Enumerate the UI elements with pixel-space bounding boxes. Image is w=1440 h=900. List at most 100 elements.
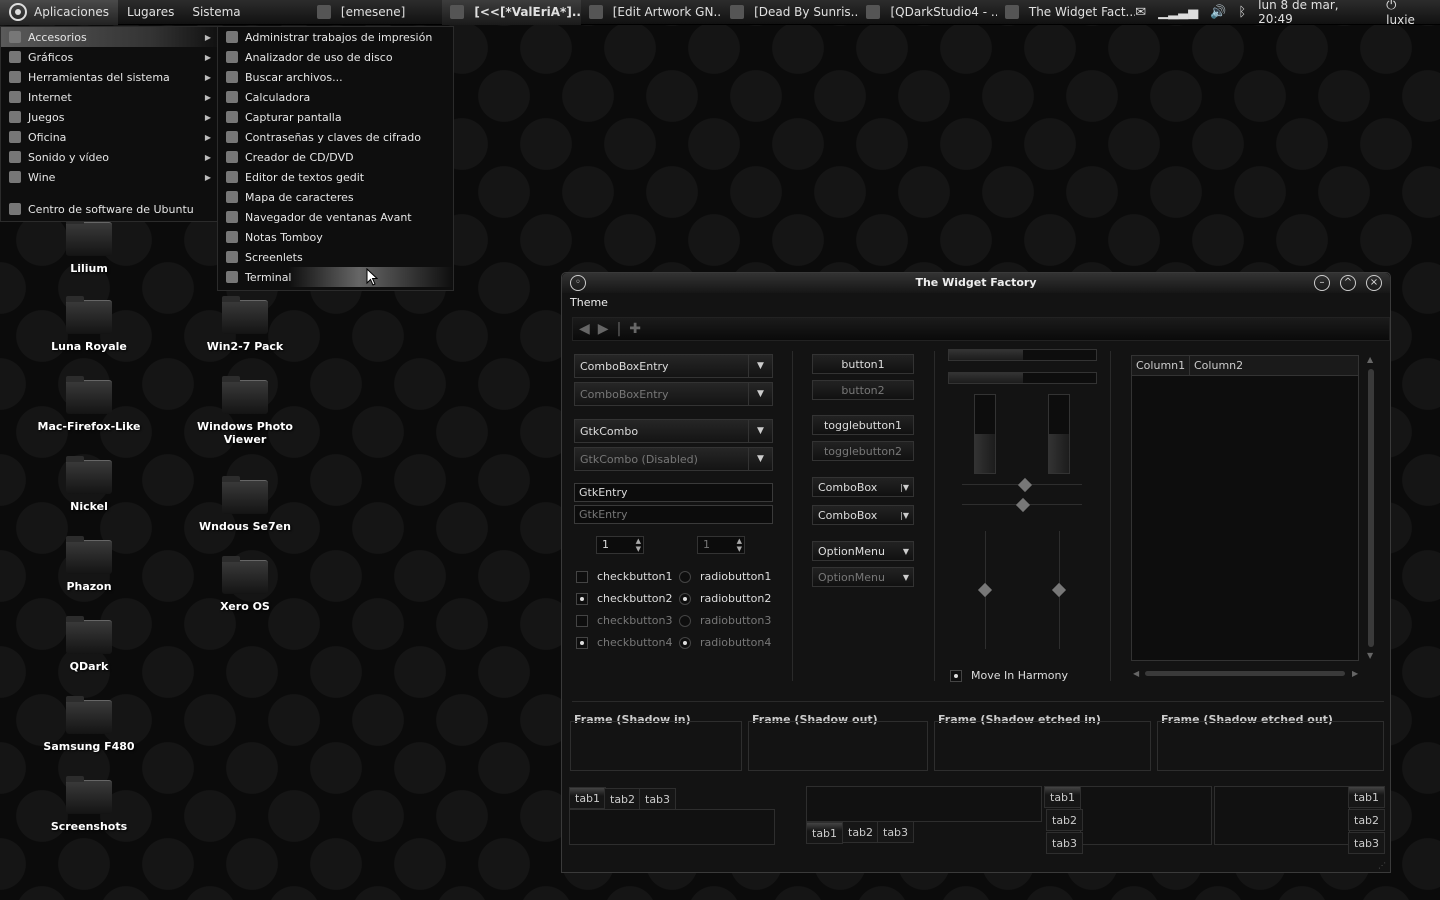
clock[interactable]: lun 8 de mar, 20:49 [1258, 0, 1374, 26]
scroll-right-icon[interactable]: ▶ [1352, 669, 1358, 678]
hscale-2-knob[interactable] [1015, 497, 1031, 513]
scroll-down-icon[interactable]: ▼ [1367, 651, 1373, 660]
menu-item-passwords[interactable]: Contraseñas y claves de cifrado [218, 127, 453, 147]
dropdown-arrow-icon[interactable]: ▼ [748, 420, 772, 442]
window-titlebar[interactable]: ◦ The Widget Factory – ^ × [562, 273, 1390, 293]
bluetooth-icon[interactable]: ᛒ [1238, 5, 1246, 20]
tab-bottom-1[interactable]: tab1 [806, 822, 844, 844]
scrollbar-thumb[interactable] [1368, 369, 1374, 647]
menu-item-internet[interactable]: Internet ▶ [1, 87, 217, 107]
mail-icon[interactable]: ✉ [1135, 5, 1146, 20]
desktop-folder[interactable]: Xero OS [185, 556, 305, 613]
vscale-1-knob[interactable] [977, 582, 993, 598]
menu-item-gedit[interactable]: Editor de textos gedit [218, 167, 453, 187]
comboboxentry-1[interactable]: ComboBoxEntry ▼ [574, 354, 773, 378]
menu-item-sonido[interactable]: Sonido y vídeo ▶ [1, 147, 217, 167]
volume-icon[interactable]: 🔊 [1210, 5, 1226, 20]
move-in-harmony-check[interactable]: Move In Harmony [950, 669, 1068, 682]
task-qdarkstudio[interactable]: [QDarkStudio4 - ... [858, 0, 997, 25]
dropdown-arrow-icon[interactable]: ▼ [748, 355, 772, 377]
button-1[interactable]: button1 [812, 354, 914, 374]
task-dead-by-sunrise[interactable]: [Dead By Sunris... [722, 0, 858, 25]
menu-item-herramientas[interactable]: Herramientas del sistema ▶ [1, 67, 217, 87]
checkbutton-1[interactable]: checkbutton1 [576, 570, 673, 583]
desktop-folder[interactable]: Wndous Se7en [185, 476, 305, 533]
togglebutton-1[interactable]: togglebutton1 [812, 415, 914, 435]
session-menu[interactable]: ⏻ luxie [1386, 0, 1428, 27]
column-header-2[interactable]: Column2 [1190, 356, 1358, 375]
plugin-icon[interactable]: ✚ [629, 321, 641, 337]
menu-item-calculator[interactable]: Calculadora [218, 87, 453, 107]
menu-item-avant[interactable]: Navegador de ventanas Avant [218, 207, 453, 227]
checkbutton-2[interactable]: checkbutton2 [576, 592, 673, 605]
desktop-folder[interactable]: Lilium [29, 218, 149, 275]
menu-theme[interactable]: Theme [570, 296, 608, 309]
radiobutton-2[interactable]: radiobutton2 [679, 592, 771, 605]
system-menu[interactable]: Sistema [183, 0, 249, 25]
menu-item-wine[interactable]: Wine ▶ [1, 167, 217, 187]
task-emesene[interactable]: [emesene] [309, 0, 442, 25]
minimize-icon[interactable]: – [1314, 275, 1330, 291]
menu-item-terminal[interactable]: Terminal [218, 267, 453, 287]
menu-item-charmap[interactable]: Mapa de caracteres [218, 187, 453, 207]
back-icon[interactable]: ◀ [579, 321, 590, 337]
menu-item-oficina[interactable]: Oficina ▶ [1, 127, 217, 147]
desktop-folder[interactable]: Screenshots [29, 776, 149, 833]
combobox-2[interactable]: ComboBox |▼ [812, 505, 914, 525]
maximize-icon[interactable]: ^ [1340, 275, 1356, 291]
tab-bottom-2[interactable]: tab2 [842, 821, 880, 843]
menu-item-search[interactable]: Buscar archivos... [218, 67, 453, 87]
menu-item-software-center[interactable]: Centro de software de Ubuntu [1, 199, 217, 219]
desktop-folder[interactable]: Phazon [29, 536, 149, 593]
task-widget-factory[interactable]: The Widget Fact... [997, 0, 1135, 25]
menu-item-print[interactable]: Administrar trabajos de impresión [218, 27, 453, 47]
radiobutton-1[interactable]: radiobutton1 [679, 570, 771, 583]
menu-item-screenlets[interactable]: Screenlets [218, 247, 453, 267]
tab-right-2[interactable]: tab2 [1348, 809, 1386, 831]
tab-top-2[interactable]: tab2 [604, 788, 642, 810]
menu-item-graficos[interactable]: Gráficos ▶ [1, 47, 217, 67]
tab-top-1[interactable]: tab1 [569, 787, 607, 809]
network-icon[interactable]: ▁▂▃▅ [1158, 5, 1198, 20]
task-valeria[interactable]: [<<[*ValEriA*]... [442, 0, 581, 25]
tab-left-2[interactable]: tab2 [1046, 809, 1084, 831]
menu-item-juegos[interactable]: Juegos ▶ [1, 107, 217, 127]
tab-left-1[interactable]: tab1 [1044, 786, 1082, 808]
task-edit-artwork[interactable]: [Edit Artwork GN... [581, 0, 722, 25]
spin-arrows-icon[interactable]: ▲ ▼ [636, 537, 641, 553]
gtkentry[interactable]: GtkEntry [574, 483, 773, 502]
menu-item-tomboy[interactable]: Notas Tomboy [218, 227, 453, 247]
scrollbar-thumb[interactable] [1145, 671, 1345, 676]
places-menu[interactable]: Lugares [118, 0, 183, 25]
desktop-folder[interactable]: Mac-Firefox-Like [29, 376, 149, 433]
desktop-folder[interactable]: Windows Photo Viewer [185, 376, 305, 446]
desktop-folder[interactable]: Samsung F480 [29, 696, 149, 753]
desktop-folder[interactable]: QDark [29, 616, 149, 673]
resize-grip-icon[interactable]: ⋰ [1378, 861, 1386, 870]
combobox-1[interactable]: ComboBox |▼ [812, 477, 914, 497]
column-header-1[interactable]: Column1 [1132, 356, 1190, 375]
vertical-scrollbar[interactable] [1366, 357, 1376, 657]
desktop-folder[interactable]: Luna Royale [29, 296, 149, 353]
desktop-folder[interactable]: Nickel [29, 456, 149, 513]
menu-item-cd-creator[interactable]: Creador de CD/DVD [218, 147, 453, 167]
tab-right-3[interactable]: tab3 [1348, 832, 1386, 854]
close-icon[interactable]: × [1366, 275, 1382, 291]
vscale-2-knob[interactable] [1051, 582, 1067, 598]
applications-menu[interactable]: Aplicaciones [0, 0, 118, 25]
spin-button-1[interactable]: 1 ▲ ▼ [596, 536, 644, 554]
menu-item-screenshot[interactable]: Capturar pantalla [218, 107, 453, 127]
tree-view[interactable]: Column1 Column2 [1131, 355, 1359, 661]
hscale-1-knob[interactable] [1017, 477, 1033, 493]
tab-top-3[interactable]: tab3 [639, 788, 677, 810]
gtkcombo[interactable]: GtkCombo ▼ [574, 419, 773, 443]
optionmenu-1[interactable]: OptionMenu ▼ [812, 541, 914, 561]
tab-bottom-3[interactable]: tab3 [877, 821, 915, 843]
tab-right-1[interactable]: tab1 [1348, 786, 1386, 808]
menu-item-disk-usage[interactable]: Analizador de uso de disco [218, 47, 453, 67]
forward-icon[interactable]: ▶ [598, 321, 609, 337]
horizontal-scrollbar[interactable] [1133, 668, 1359, 680]
desktop-folder[interactable]: Win2-7 Pack [185, 296, 305, 353]
tab-left-3[interactable]: tab3 [1046, 832, 1084, 854]
menu-item-accesorios[interactable]: Accesorios ▶ [1, 27, 217, 47]
